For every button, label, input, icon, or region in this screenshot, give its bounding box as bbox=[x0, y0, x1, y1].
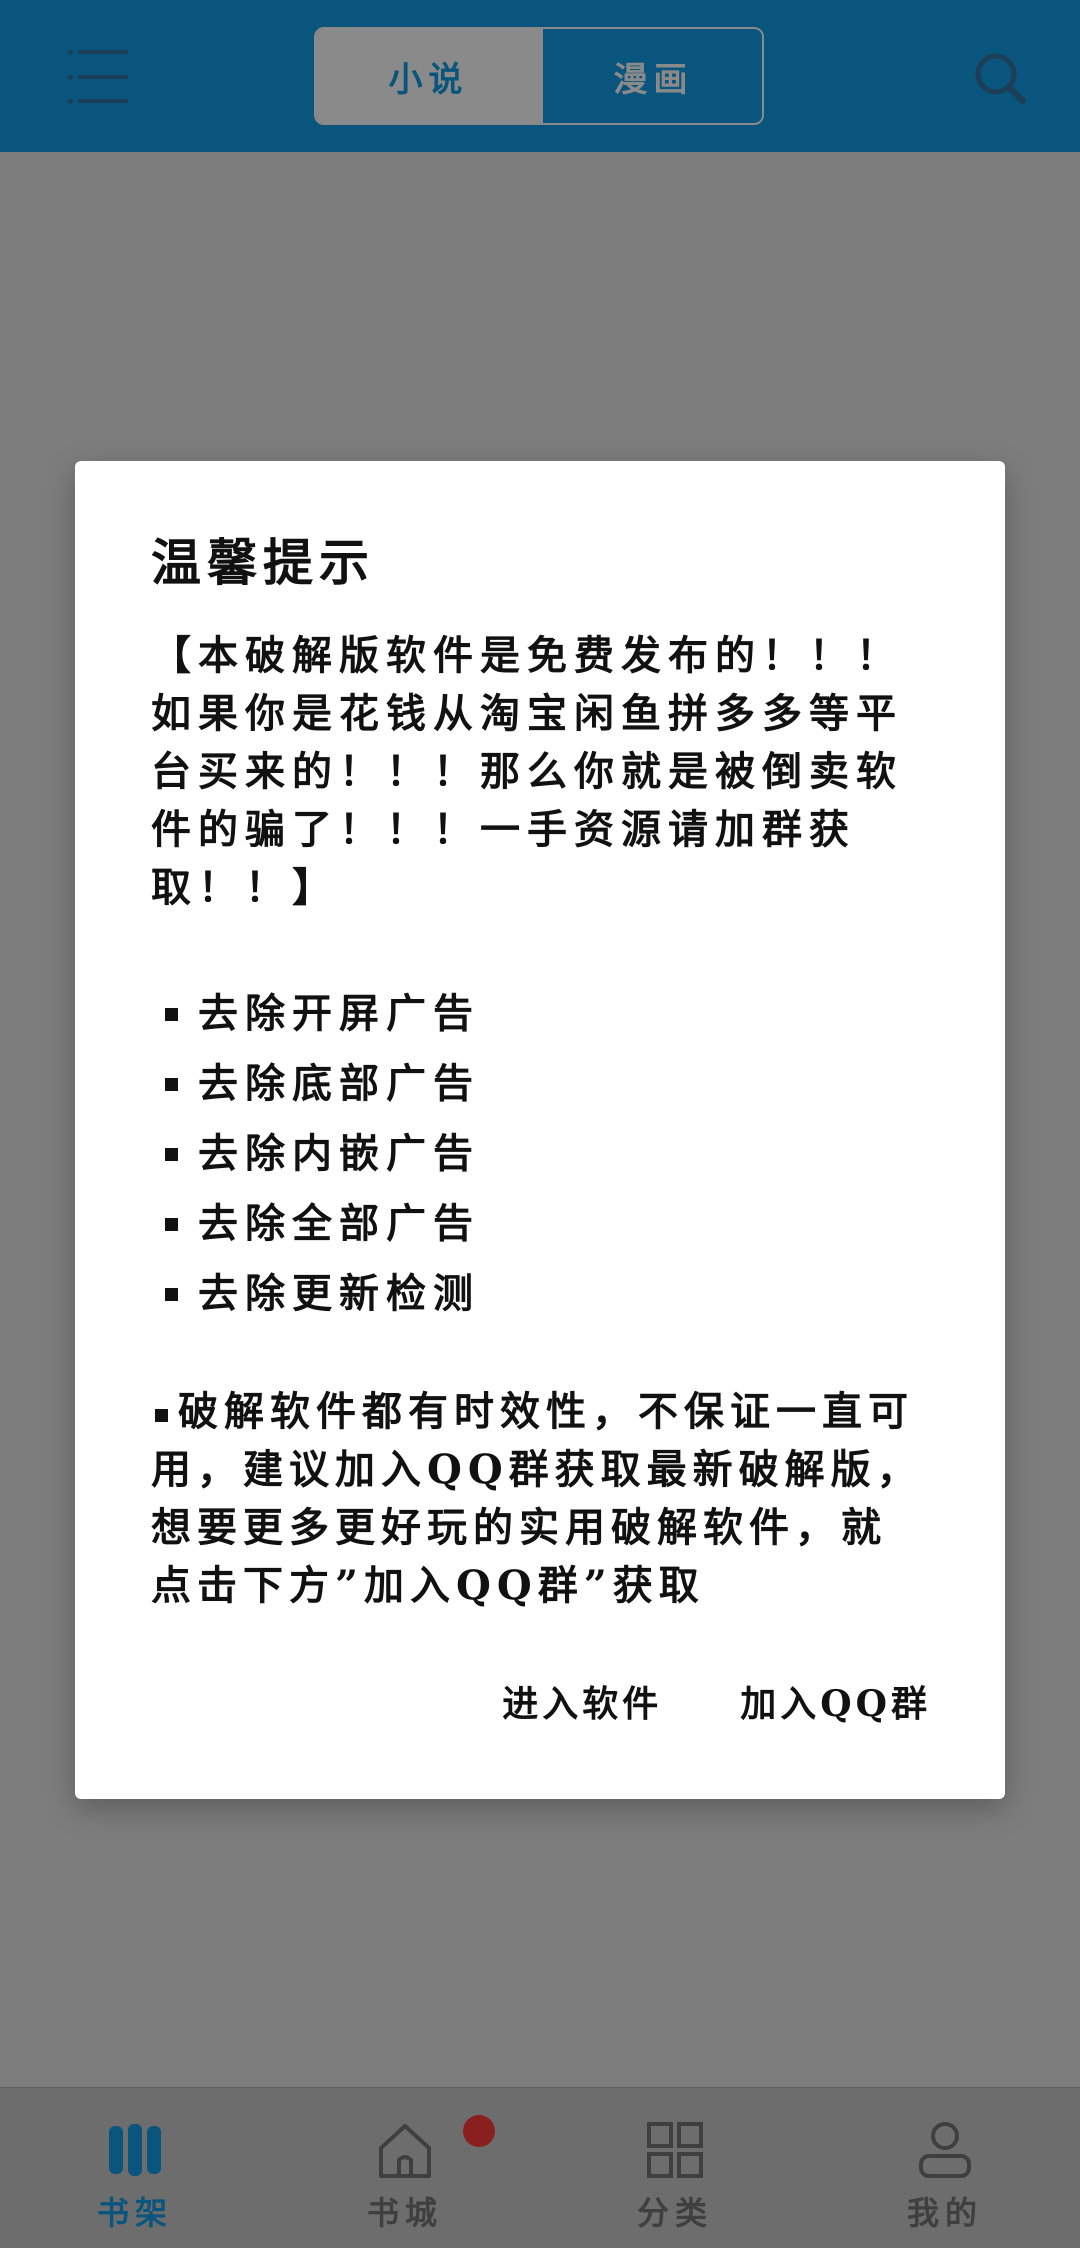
grid-icon bbox=[647, 2122, 703, 2178]
bullet-icon bbox=[165, 1007, 178, 1021]
list-item: 去除更新检测 bbox=[151, 1259, 929, 1329]
nav-label: 分类 bbox=[636, 2194, 713, 2232]
search-icon[interactable] bbox=[972, 50, 1028, 106]
list-item: 去除底部广告 bbox=[151, 1049, 929, 1119]
tab-novel[interactable]: 小说 bbox=[316, 29, 541, 123]
nav-label: 我的 bbox=[906, 2194, 983, 2232]
top-app-bar: 小说 漫画 bbox=[0, 0, 1080, 152]
nav-item-bookshelf[interactable]: 书架 bbox=[0, 2088, 270, 2248]
notification-badge bbox=[463, 2115, 495, 2147]
nav-label: 书架 bbox=[96, 2194, 173, 2232]
menu-icon[interactable] bbox=[68, 50, 130, 104]
dialog-actions: 进入软件 加入QQ群 bbox=[502, 1675, 931, 1727]
nav-item-category[interactable]: 分类 bbox=[540, 2088, 810, 2248]
nav-item-bookstore[interactable]: 书城 bbox=[270, 2088, 540, 2248]
list-item: 去除内嵌广告 bbox=[151, 1119, 929, 1189]
tab-comic[interactable]: 漫画 bbox=[541, 29, 762, 123]
warm-tip-dialog: 温馨提示 【本破解版软件是免费发布的！！！如果你是花钱从淘宝闲鱼拼多多等平台买来… bbox=[75, 461, 1005, 1799]
list-item: 去除全部广告 bbox=[151, 1189, 929, 1259]
user-icon bbox=[919, 2122, 971, 2178]
bullet-icon bbox=[165, 1217, 178, 1231]
nav-item-mine[interactable]: 我的 bbox=[810, 2088, 1080, 2248]
bullet-icon bbox=[165, 1147, 178, 1161]
dialog-disclaimer: 破解软件都有时效性，不保证一直可用，建议加入QQ群获取最新破解版，想要更多更好玩… bbox=[151, 1388, 923, 1609]
list-item: 去除开屏广告 bbox=[151, 979, 929, 1049]
bottom-navigation: 书架 书城 分类 我的 bbox=[0, 2087, 1080, 2248]
bullet-icon bbox=[165, 1077, 178, 1091]
content-type-switch: 小说 漫画 bbox=[314, 27, 764, 125]
nav-label: 书城 bbox=[366, 2194, 443, 2232]
dialog-notice: 【本破解版软件是免费发布的！！！如果你是花钱从淘宝闲鱼拼多多等平台买来的！！！那… bbox=[151, 632, 903, 911]
feature-list: 去除开屏广告 去除底部广告 去除内嵌广告 去除全部广告 去除更新检测 bbox=[151, 979, 929, 1329]
bullet-icon bbox=[155, 1408, 168, 1422]
home-icon bbox=[379, 2124, 431, 2178]
enter-app-button[interactable]: 进入软件 bbox=[502, 1675, 662, 1727]
dialog-title: 温馨提示 bbox=[151, 533, 375, 592]
bookshelf-icon bbox=[109, 2124, 161, 2176]
join-qq-group-button[interactable]: 加入QQ群 bbox=[740, 1675, 931, 1727]
bullet-icon bbox=[165, 1287, 178, 1301]
